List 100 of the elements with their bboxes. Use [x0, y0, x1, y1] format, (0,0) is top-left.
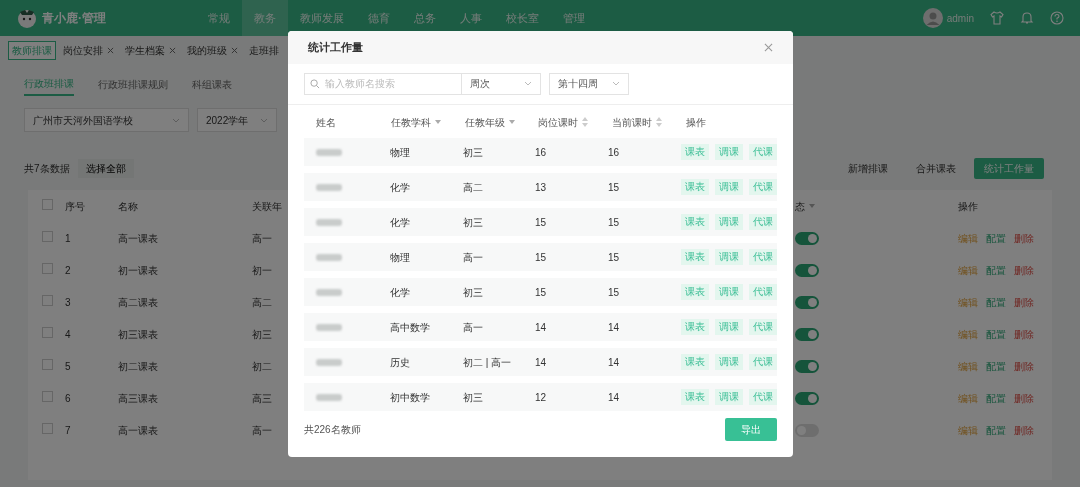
- action-tag[interactable]: 课表: [681, 249, 709, 265]
- table-cell: 15: [535, 216, 547, 228]
- close-icon[interactable]: [231, 46, 238, 54]
- action-link[interactable]: 编辑: [958, 326, 978, 342]
- page-tab[interactable]: 我的班级: [183, 40, 242, 60]
- primary-button[interactable]: 统计工作量: [974, 157, 1044, 179]
- action-link[interactable]: 删除: [1014, 326, 1034, 342]
- toolbar-button[interactable]: 新增排课: [838, 157, 898, 179]
- select-all-button[interactable]: 选择全部: [77, 158, 134, 178]
- checkbox[interactable]: [42, 326, 53, 338]
- action-link[interactable]: 删除: [1014, 358, 1034, 374]
- action-link[interactable]: 删除: [1014, 230, 1034, 246]
- action-tag[interactable]: 代课: [749, 144, 777, 160]
- action-tag[interactable]: 课表: [681, 214, 709, 230]
- sort-icon[interactable]: [656, 117, 662, 128]
- action-tag[interactable]: 调课: [715, 144, 743, 160]
- action-tag[interactable]: 课表: [681, 179, 709, 195]
- filter-caret-icon[interactable]: [509, 120, 515, 125]
- action-tag[interactable]: 课表: [681, 319, 709, 335]
- toolbar-button[interactable]: 合并课表: [906, 157, 966, 179]
- user-name[interactable]: admin: [946, 10, 974, 26]
- checkbox[interactable]: [42, 230, 53, 242]
- page-tab[interactable]: 走班排: [245, 40, 283, 60]
- toggle-switch[interactable]: [795, 359, 819, 373]
- year-select[interactable]: 2022学年: [197, 108, 277, 132]
- export-button[interactable]: 导出: [725, 418, 777, 441]
- sub-tab[interactable]: 行政班排课规则: [98, 73, 168, 95]
- page-tab[interactable]: 岗位安排: [59, 40, 118, 60]
- action-tag[interactable]: 调课: [715, 214, 743, 230]
- page-tab[interactable]: 学生档案: [121, 40, 180, 60]
- action-link[interactable]: 删除: [1014, 422, 1034, 438]
- sub-tab[interactable]: 行政班排课: [24, 72, 74, 96]
- filter-caret-icon[interactable]: [435, 120, 441, 125]
- table-cell: 初二 | 高一: [463, 356, 512, 368]
- avatar-icon[interactable]: [922, 8, 943, 28]
- table-cell: 初三: [463, 391, 483, 403]
- week-select[interactable]: 第十四周: [549, 72, 629, 95]
- action-tag[interactable]: 代课: [749, 319, 777, 335]
- help-icon[interactable]: [1050, 11, 1064, 25]
- sort-icon[interactable]: [582, 117, 588, 128]
- action-tag[interactable]: 代课: [749, 354, 777, 370]
- action-tag[interactable]: 课表: [681, 284, 709, 300]
- school-select[interactable]: 广州市天河外国语学校: [24, 108, 189, 132]
- action-link[interactable]: 配置: [986, 390, 1006, 406]
- action-tag[interactable]: 代课: [749, 249, 777, 265]
- page-tab[interactable]: 教师排课: [8, 40, 56, 60]
- action-link[interactable]: 编辑: [958, 358, 978, 374]
- action-tag[interactable]: 调课: [715, 179, 743, 195]
- filter-caret-icon[interactable]: [809, 204, 815, 208]
- checkbox[interactable]: [42, 262, 53, 274]
- action-link[interactable]: 编辑: [958, 262, 978, 278]
- action-tag[interactable]: 调课: [715, 389, 743, 405]
- close-icon[interactable]: [169, 46, 176, 54]
- checkbox[interactable]: [42, 358, 53, 370]
- action-tag[interactable]: 调课: [715, 354, 743, 370]
- bell-icon[interactable]: [1020, 11, 1034, 25]
- action-tag[interactable]: 调课: [715, 319, 743, 335]
- blurred-name: [316, 148, 342, 156]
- action-link[interactable]: 配置: [986, 262, 1006, 278]
- action-link[interactable]: 删除: [1014, 390, 1034, 406]
- action-link[interactable]: 配置: [986, 230, 1006, 246]
- action-tag[interactable]: 调课: [715, 249, 743, 265]
- column-header: 任教年级: [465, 115, 505, 130]
- chevron-down-icon: [260, 117, 268, 123]
- action-link[interactable]: 删除: [1014, 294, 1034, 310]
- shirt-icon[interactable]: [990, 11, 1004, 25]
- action-link[interactable]: 编辑: [958, 390, 978, 406]
- action-tag[interactable]: 课表: [681, 389, 709, 405]
- action-tag[interactable]: 课表: [681, 354, 709, 370]
- action-link[interactable]: 配置: [986, 294, 1006, 310]
- week-type-select[interactable]: 周次: [461, 72, 541, 95]
- toggle-switch[interactable]: [795, 263, 819, 277]
- sub-tab[interactable]: 科组课表: [192, 73, 232, 95]
- close-icon[interactable]: [764, 42, 773, 52]
- action-tag[interactable]: 代课: [749, 179, 777, 195]
- toggle-switch[interactable]: [795, 295, 819, 309]
- action-link[interactable]: 编辑: [958, 230, 978, 246]
- action-tag[interactable]: 代课: [749, 214, 777, 230]
- nav-tab[interactable]: 常规: [196, 0, 242, 36]
- toggle-switch[interactable]: [795, 327, 819, 341]
- action-link[interactable]: 配置: [986, 358, 1006, 374]
- action-link[interactable]: 配置: [986, 326, 1006, 342]
- action-link[interactable]: 编辑: [958, 422, 978, 438]
- toggle-switch[interactable]: [795, 391, 819, 405]
- checkbox[interactable]: [42, 390, 53, 402]
- chevron-down-icon: [612, 81, 620, 87]
- checkbox[interactable]: [42, 198, 53, 210]
- action-tag[interactable]: 课表: [681, 144, 709, 160]
- action-link[interactable]: 删除: [1014, 262, 1034, 278]
- blurred-name: [316, 358, 342, 366]
- close-icon[interactable]: [107, 46, 114, 54]
- action-tag[interactable]: 调课: [715, 284, 743, 300]
- search-field[interactable]: 输入教师名搜索: [304, 72, 462, 95]
- action-tag[interactable]: 代课: [749, 389, 777, 405]
- action-tag[interactable]: 代课: [749, 284, 777, 300]
- checkbox[interactable]: [42, 294, 53, 306]
- checkbox[interactable]: [42, 422, 53, 434]
- toggle-switch[interactable]: [795, 231, 819, 245]
- action-link[interactable]: 配置: [986, 422, 1006, 438]
- action-link[interactable]: 编辑: [958, 294, 978, 310]
